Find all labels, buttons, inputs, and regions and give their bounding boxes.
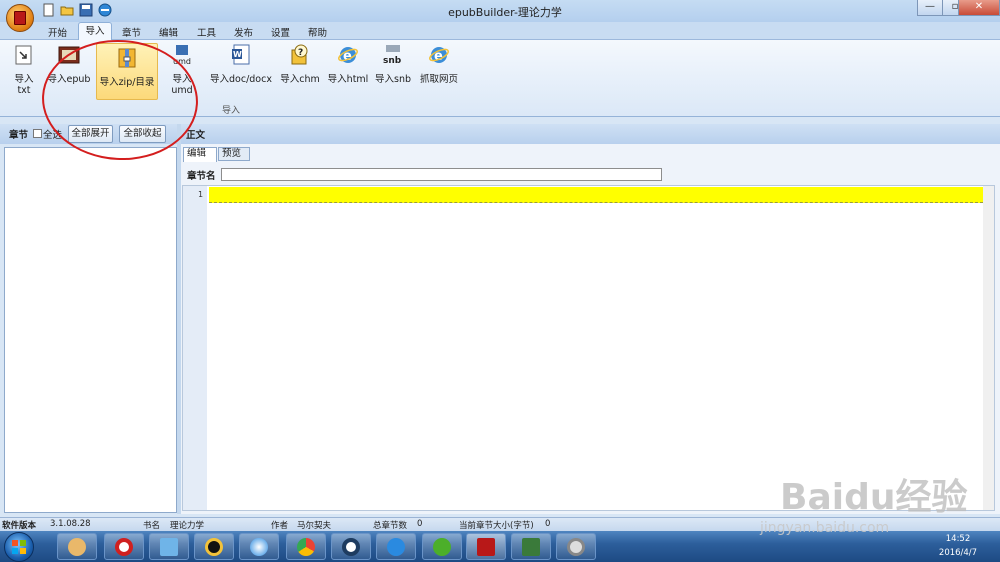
- tray-clock-date[interactable]: 2016/4/7: [938, 548, 978, 558]
- expand-all-button[interactable]: 全部展开: [68, 125, 113, 143]
- taskbar-paint-icon[interactable]: [57, 533, 97, 560]
- save-icon[interactable]: [79, 3, 93, 17]
- import-doc-label: 导入doc/docx: [210, 74, 272, 85]
- vertical-scrollbar[interactable]: [983, 186, 994, 510]
- svg-text:?: ?: [298, 48, 303, 58]
- chapter-name-input[interactable]: [221, 168, 662, 181]
- menu-tab-tools[interactable]: 工具: [197, 25, 216, 39]
- content-panel-title: 正文: [186, 130, 206, 141]
- menu-tab-help[interactable]: 帮助: [308, 25, 327, 39]
- import-epub-button[interactable]: 导入epub: [47, 44, 91, 100]
- menu-tab-start[interactable]: 开始: [48, 25, 67, 39]
- chapter-panel-title: 章节: [9, 130, 29, 141]
- select-all-checkbox[interactable]: [33, 129, 42, 138]
- tab-edit[interactable]: 编辑: [183, 147, 217, 162]
- app-menu-orb[interactable]: [6, 4, 34, 32]
- umd-icon-text: umd: [173, 57, 191, 66]
- import-umd-button[interactable]: umd 导入umd: [162, 44, 202, 100]
- tray-clock-time[interactable]: 14:52: [938, 534, 978, 544]
- book-label: 书名: [143, 521, 161, 531]
- taskbar-epubbuilder-icon[interactable]: [466, 533, 506, 560]
- watermark-logo: Baidu经验: [780, 477, 968, 518]
- window-title: epubBuilder-理论力学: [448, 6, 562, 19]
- chapter-size-value: 0: [545, 519, 551, 529]
- line-number: 1: [198, 190, 204, 199]
- new-file-icon[interactable]: [42, 3, 56, 17]
- ribbon-group-label: 导入: [222, 106, 241, 116]
- import-html-label: 导入html: [327, 74, 369, 85]
- taskbar-target-icon[interactable]: [104, 533, 144, 560]
- current-line-highlight[interactable]: [209, 187, 983, 203]
- watermark-url: jingyan.baidu.com: [760, 520, 890, 536]
- menu-tab-chapter[interactable]: 章节: [122, 25, 141, 39]
- import-chm-button[interactable]: ? 导入chm: [280, 44, 320, 100]
- taskbar-qq-icon[interactable]: [194, 533, 234, 560]
- import-doc-docx-button[interactable]: W 导入doc/docx: [210, 44, 272, 100]
- capture-webpage-label: 抓取网页: [419, 74, 458, 85]
- taskbar-media-icon[interactable]: [376, 533, 416, 560]
- import-snb-button[interactable]: snb 导入snb: [375, 44, 411, 100]
- chapter-tree[interactable]: [4, 147, 177, 513]
- start-button[interactable]: [4, 532, 34, 562]
- import-txt-button[interactable]: 导入txt: [8, 44, 40, 100]
- chapters-label: 总章节数: [373, 521, 408, 531]
- menu-tab-edit[interactable]: 编辑: [159, 25, 178, 39]
- umd-file-icon: umd: [171, 44, 193, 66]
- author-label: 作者: [271, 521, 289, 531]
- minimize-button[interactable]: —: [917, 0, 943, 16]
- import-chm-label: 导入chm: [280, 74, 320, 85]
- ie-globe-icon: e: [428, 44, 450, 66]
- content-panel-header: [181, 124, 1000, 144]
- txt-file-icon: [13, 44, 35, 66]
- taskbar-terminal-icon[interactable]: [511, 533, 551, 560]
- import-epub-label: 导入epub: [47, 74, 91, 85]
- import-zip-directory-button[interactable]: 导入zip/目录: [96, 43, 158, 100]
- author-value: 马尔契夫: [297, 521, 332, 531]
- taskbar-book-icon[interactable]: [149, 533, 189, 560]
- chapters-value: 0: [417, 519, 423, 529]
- taskbar-blue-app-icon[interactable]: [239, 533, 279, 560]
- menu-bar: [0, 22, 1000, 40]
- windows-logo-icon: [12, 540, 26, 554]
- select-all-label: 全选: [43, 130, 63, 141]
- menu-tab-publish[interactable]: 发布: [234, 25, 253, 39]
- zip-archive-icon: [116, 47, 138, 69]
- taskbar-compass-icon[interactable]: [556, 533, 596, 560]
- word-doc-icon: W: [230, 44, 252, 66]
- import-umd-label: 导入umd: [171, 74, 193, 96]
- collapse-all-button[interactable]: 全部收起: [119, 125, 166, 143]
- taskbar-player-icon[interactable]: [331, 533, 371, 560]
- menu-tab-settings[interactable]: 设置: [271, 25, 290, 39]
- import-txt-label: 导入txt: [14, 74, 34, 96]
- text-editor[interactable]: [182, 185, 995, 511]
- chapter-name-label: 章节名: [187, 171, 216, 182]
- snb-file-icon: snb: [382, 44, 404, 66]
- publish-icon[interactable]: [98, 3, 112, 17]
- import-snb-label: 导入snb: [375, 74, 412, 85]
- version-value: 3.1.08.28: [50, 519, 91, 529]
- close-button[interactable]: ✕: [958, 0, 1000, 16]
- capture-webpage-button[interactable]: e 抓取网页: [418, 44, 460, 100]
- svg-text:W: W: [233, 50, 242, 59]
- chapter-size-label: 当前章节大小(字节): [459, 521, 534, 531]
- open-folder-icon[interactable]: [60, 3, 74, 17]
- import-html-button[interactable]: e 导入html: [327, 44, 369, 100]
- taskbar-chrome-icon[interactable]: [286, 533, 326, 560]
- epub-book-icon: [58, 44, 80, 66]
- version-label: 软件版本: [2, 521, 37, 531]
- tab-preview[interactable]: 预览: [218, 147, 250, 161]
- taskbar-clover-icon[interactable]: [422, 533, 462, 560]
- line-number-gutter: [183, 186, 207, 510]
- book-value: 理论力学: [170, 521, 205, 531]
- snb-icon-text: snb: [383, 56, 402, 66]
- book-icon: [14, 11, 26, 25]
- chm-help-icon: ?: [289, 44, 311, 66]
- menu-tab-import[interactable]: 导入: [78, 22, 112, 40]
- ie-browser-icon: e: [337, 44, 359, 66]
- import-zip-label: 导入zip/目录: [99, 77, 155, 88]
